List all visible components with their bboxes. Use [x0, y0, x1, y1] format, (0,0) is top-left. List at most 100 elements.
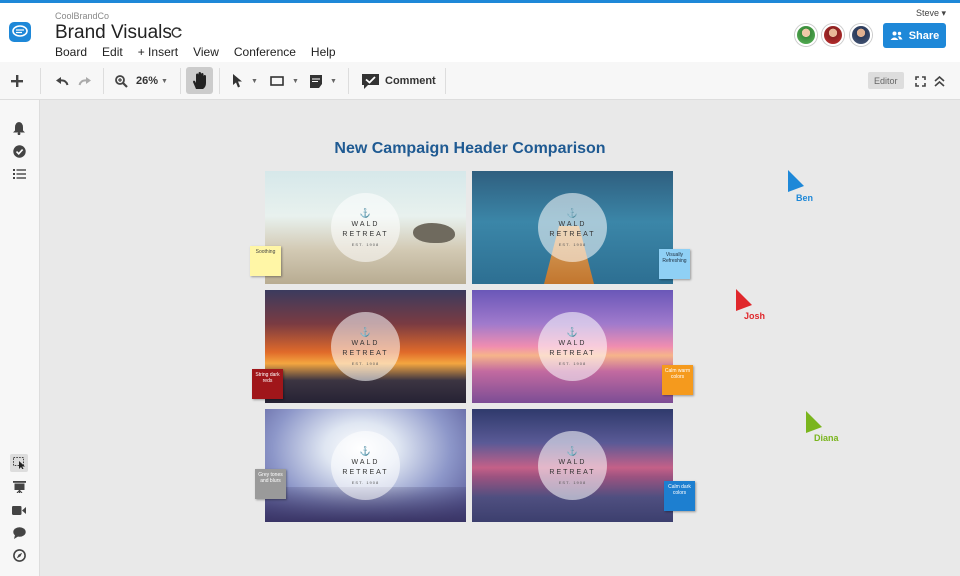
bell-icon: [13, 121, 25, 135]
presentation-icon: [12, 481, 26, 493]
anchor-icon: ⚓: [359, 326, 372, 337]
zoom-control[interactable]: 26% ▼: [115, 62, 168, 100]
brand-est: EST. 1908: [351, 479, 380, 485]
navigator-button[interactable]: [10, 546, 28, 564]
brand-name: RETREAT: [342, 230, 389, 238]
sticky-note[interactable]: Soothing: [250, 246, 281, 276]
sticky-note[interactable]: Grey tones and blurs: [255, 469, 286, 499]
collapse-button[interactable]: [934, 62, 945, 100]
cursor-icon: [806, 411, 822, 433]
cursor-label: Josh: [744, 311, 766, 321]
brand-est: EST. 1908: [351, 360, 380, 366]
sticky-note[interactable]: Visually Refreshing: [659, 249, 690, 279]
anchor-icon: ⚓: [359, 445, 372, 456]
plus-icon: [11, 75, 23, 87]
zoom-icon: [115, 74, 128, 88]
divider: [348, 68, 349, 94]
brand-logo: ⚓ WALD RETREAT EST. 1908: [331, 431, 400, 500]
expand-icon: [915, 75, 926, 87]
brand-est: EST. 1908: [558, 479, 587, 485]
menu-help[interactable]: Help: [311, 45, 336, 59]
brand-name: WALD: [558, 220, 587, 228]
image-card[interactable]: ⚓ WALD RETREAT EST. 1908: [472, 409, 673, 522]
image-card[interactable]: ⚓ WALD RETREAT EST. 1908: [472, 290, 673, 403]
brand-est: EST. 1908: [558, 360, 587, 366]
menu-edit[interactable]: Edit: [102, 45, 123, 59]
chevron-down-icon: ▼: [292, 77, 299, 85]
chat-button[interactable]: [10, 524, 28, 542]
brand-name: WALD: [558, 458, 587, 466]
selection-box-button[interactable]: [10, 454, 28, 472]
left-sidebar: [0, 100, 40, 576]
brand-logo: ⚓ WALD RETREAT EST. 1908: [331, 312, 400, 381]
brand-name: RETREAT: [549, 230, 596, 238]
double-chevron-up-icon: [934, 75, 945, 87]
divider: [219, 68, 220, 94]
anchor-icon: ⚓: [359, 207, 372, 218]
share-button[interactable]: Share: [883, 23, 946, 48]
undo-icon: [56, 77, 69, 86]
anchor-icon: ⚓: [566, 326, 579, 337]
menu-conference[interactable]: Conference: [234, 45, 296, 59]
list-icon: [12, 169, 26, 179]
divider: [40, 68, 41, 94]
divider: [103, 68, 104, 94]
add-button[interactable]: [10, 62, 24, 100]
brand-name: WALD: [351, 339, 380, 347]
menu-insert[interactable]: + Insert: [138, 45, 178, 59]
avatar[interactable]: [795, 24, 817, 46]
image-card[interactable]: ⚓ WALD RETREAT EST. 1908: [265, 290, 466, 403]
image-card[interactable]: ⚓ WALD RETREAT EST. 1908: [265, 409, 466, 522]
sticky-note[interactable]: Calm warm colors: [662, 365, 693, 395]
cursor-icon: [736, 289, 752, 311]
menu-board[interactable]: Board: [55, 45, 87, 59]
image-card[interactable]: ⚓ WALD RETREAT EST. 1908: [472, 171, 673, 284]
chevron-down-icon: ▼: [161, 77, 168, 85]
notifications-button[interactable]: [10, 119, 28, 137]
comment-label: Comment: [385, 75, 436, 87]
sticky-note[interactable]: String dark reds: [252, 369, 283, 399]
fullscreen-button[interactable]: [915, 62, 926, 100]
note-tool[interactable]: ▼: [310, 62, 337, 100]
share-label: Share: [908, 29, 940, 42]
menu-bar: Board Edit + Insert View Conference Help: [55, 45, 336, 59]
user-menu[interactable]: Steve ▾: [916, 8, 946, 19]
app-logo-icon[interactable]: [9, 22, 31, 42]
undo-button[interactable]: [55, 62, 69, 100]
zoom-level: 26%: [136, 75, 159, 87]
toolbar: 26% ▼ ▼ ▼ ▼ Comment: [0, 62, 960, 100]
menu-view[interactable]: View: [193, 45, 219, 59]
comment-icon: [362, 73, 379, 89]
video-button[interactable]: [10, 501, 28, 519]
check-circle-icon: [12, 144, 26, 158]
sync-icon[interactable]: [170, 26, 183, 39]
chevron-down-icon: ▼: [330, 77, 337, 85]
select-tool[interactable]: ▼: [232, 62, 258, 100]
org-name: CoolBrandCo: [55, 11, 110, 21]
redo-button[interactable]: [78, 62, 92, 100]
hand-tool-button[interactable]: [186, 67, 213, 94]
board-title[interactable]: Brand Visuals: [55, 22, 172, 44]
cursor-label: Ben: [796, 193, 814, 203]
chat-icon: [12, 527, 26, 539]
avatar[interactable]: [850, 24, 872, 46]
comment-button[interactable]: Comment: [362, 62, 436, 100]
rock-decoration: [413, 223, 455, 243]
brand-logo: ⚓ WALD RETREAT EST. 1908: [538, 193, 607, 262]
sticky-note[interactable]: Calm dark colors: [664, 481, 695, 511]
outline-button[interactable]: [10, 165, 28, 183]
brand-logo: ⚓ WALD RETREAT EST. 1908: [331, 193, 400, 262]
presentation-button[interactable]: [10, 478, 28, 496]
cursor-icon: [788, 170, 804, 192]
tasks-button[interactable]: [10, 142, 28, 160]
shape-tool[interactable]: ▼: [270, 62, 299, 100]
brand-name: WALD: [351, 220, 380, 228]
image-card[interactable]: ⚓ WALD RETREAT EST. 1908: [265, 171, 466, 284]
divider: [445, 68, 446, 94]
avatar[interactable]: [822, 24, 844, 46]
sticky-note-icon: [310, 74, 322, 88]
brand-name: RETREAT: [342, 468, 389, 476]
rectangle-icon: [270, 76, 284, 86]
selection-box-icon: [12, 457, 25, 469]
canvas-title: New Campaign Header Comparison: [334, 140, 606, 157]
